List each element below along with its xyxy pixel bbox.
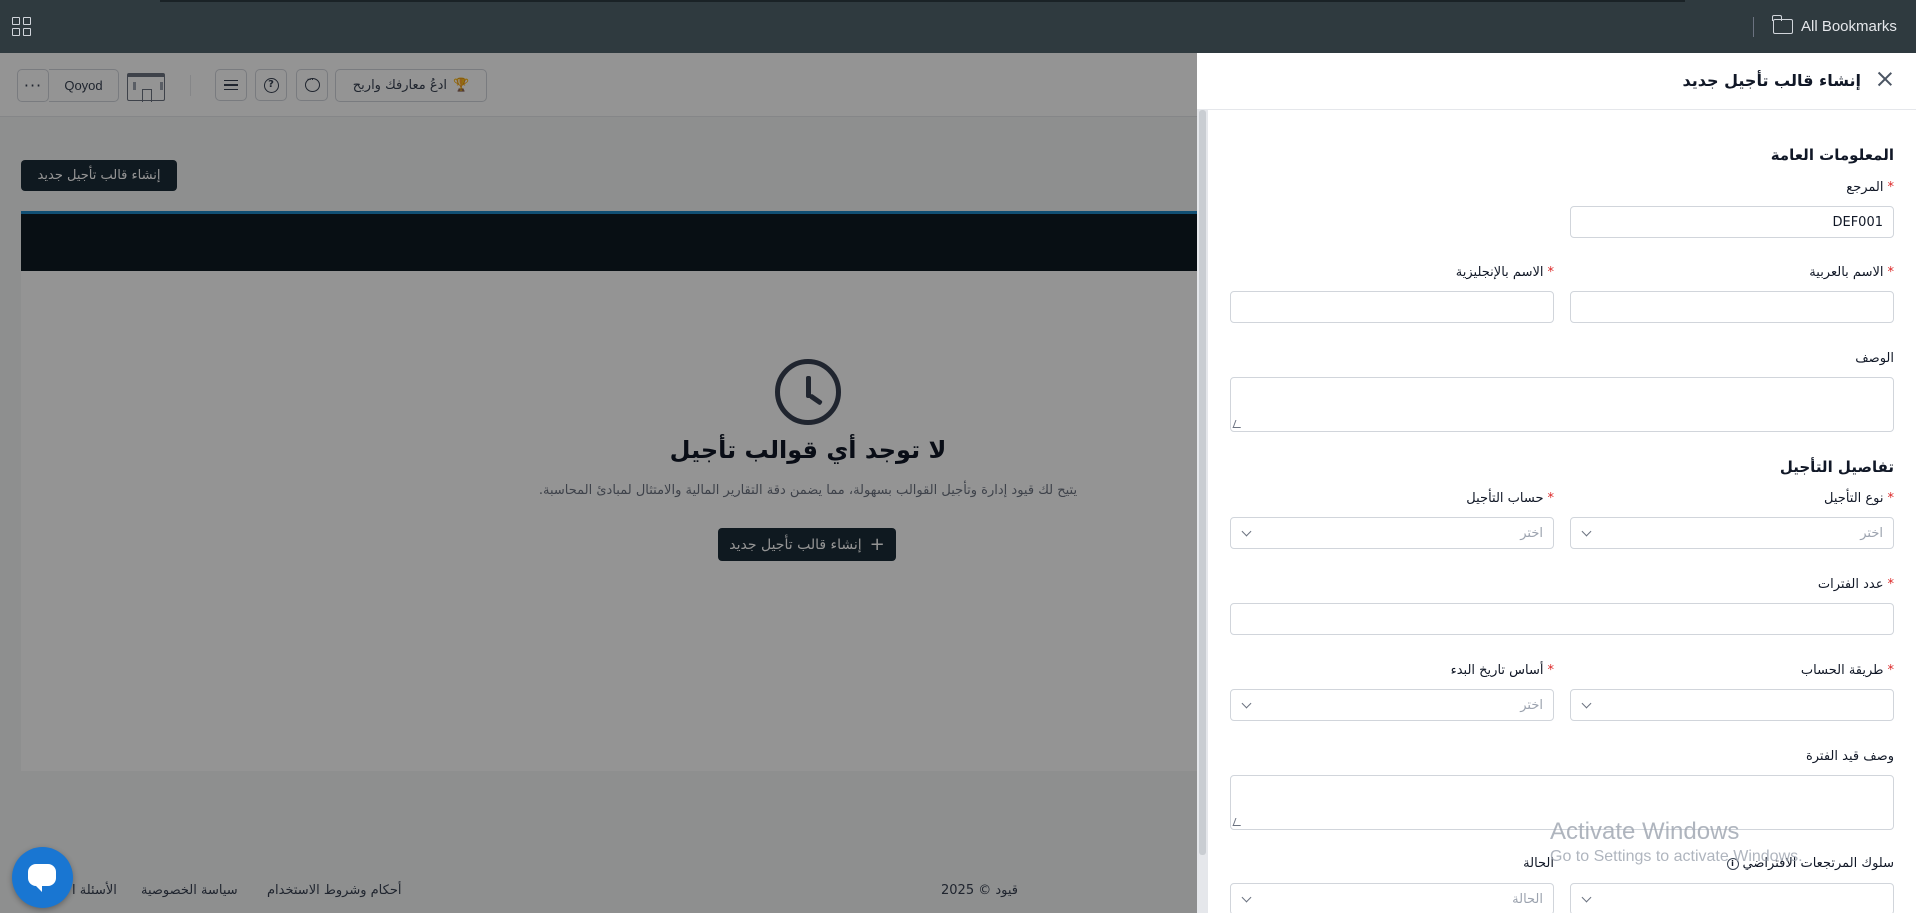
calc-method-select[interactable] [1570, 689, 1894, 721]
reference-input[interactable]: DEF001 [1570, 206, 1894, 238]
period-entry-desc-label: وصف قيد الفترة [1805, 749, 1894, 764]
scrollbar-thumb[interactable] [1199, 110, 1206, 855]
name-arabic-input[interactable] [1570, 291, 1894, 323]
chevron-down-icon [1241, 526, 1252, 537]
all-bookmarks-label: All Bookmarks [1801, 17, 1897, 35]
deferral-type-select[interactable]: اختر [1570, 517, 1894, 549]
description-textarea[interactable] [1230, 377, 1894, 432]
name-arabic-label: *الاسم بالعربية [1809, 265, 1894, 280]
start-basis-select[interactable]: اختر [1230, 689, 1554, 721]
drawer-scrollbar[interactable] [1197, 110, 1208, 913]
start-basis-label: *أساس تاريخ البدء [1450, 663, 1554, 678]
live-chat-button[interactable] [12, 847, 73, 908]
watermark-line-2: Go to Settings to activate Windows. [1550, 848, 1803, 865]
deferral-account-label: *حساب التأجيل [1466, 491, 1554, 506]
tab-strip [160, 0, 1685, 2]
periods-label: *عدد الفترات [1817, 577, 1894, 592]
name-english-label: *الاسم بالإنجليزية [1455, 265, 1554, 280]
section-deferral-details: تفاصيل التأجيل [1779, 458, 1894, 476]
drawer-header: إنشاء قالب تأجيل جديد [1197, 53, 1916, 110]
watermark-line-1: Activate Windows [1550, 818, 1740, 845]
windows-activation-watermark: Activate Windows Go to Settings to activ… [1550, 818, 1803, 866]
chevron-down-icon [1241, 698, 1252, 709]
chevron-down-icon [1581, 892, 1592, 903]
create-deferral-template-drawer: إنشاء قالب تأجيل جديد المعلومات العامة *… [1197, 53, 1916, 913]
periods-input[interactable] [1230, 603, 1894, 635]
section-general-info: المعلومات العامة [1770, 146, 1894, 164]
chevron-down-icon [1241, 892, 1252, 903]
drawer-title: إنشاء قالب تأجيل جديد [1682, 71, 1861, 90]
reference-label: *المرجع [1846, 180, 1894, 195]
name-english-input[interactable] [1230, 291, 1554, 323]
chevron-down-icon [1581, 526, 1592, 537]
browser-toolbar: All Bookmarks [0, 0, 1916, 53]
default-returns-select[interactable] [1570, 883, 1894, 913]
close-icon[interactable] [1876, 70, 1894, 88]
deferral-type-label: *نوع التأجيل [1824, 491, 1894, 506]
chevron-down-icon [1581, 698, 1592, 709]
status-select[interactable]: الحالة [1230, 883, 1554, 913]
apps-grid-icon[interactable] [12, 17, 31, 36]
folder-icon [1772, 14, 1793, 34]
description-label: الوصف [1855, 351, 1894, 366]
bookmarks-separator [1753, 17, 1754, 37]
calc-method-label: *طريقة الحساب [1800, 663, 1894, 678]
modal-backdrop[interactable] [0, 53, 1197, 913]
all-bookmarks-button[interactable]: All Bookmarks [1772, 14, 1897, 37]
deferral-account-select[interactable]: اختر [1230, 517, 1554, 549]
